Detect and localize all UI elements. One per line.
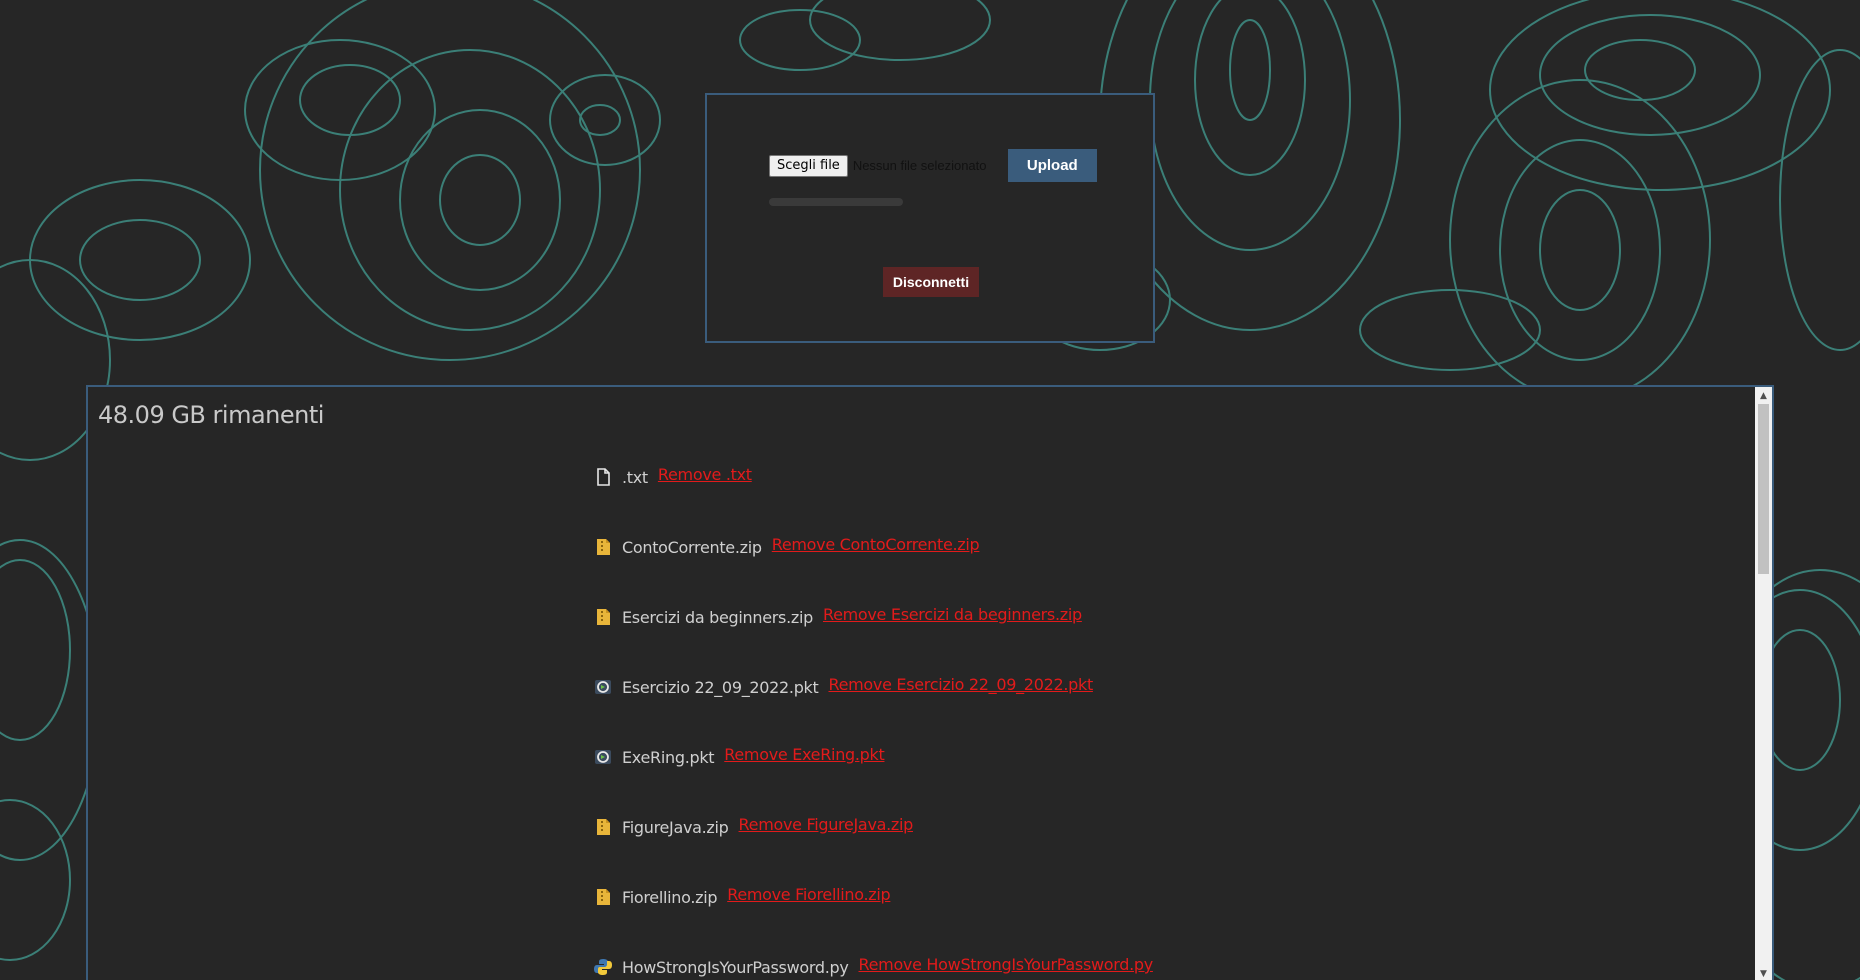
scrollbar-thumb[interactable] <box>1758 404 1769 574</box>
remove-file-link[interactable]: Remove FigureJava.zip <box>739 815 914 835</box>
storage-remaining: 48.09 GB rimanenti <box>98 401 324 429</box>
file-list-item: Esercizi da beginners.zip Remove Esercizi… <box>593 605 1153 677</box>
upload-progress-bar <box>769 198 903 206</box>
remove-file-link[interactable]: Remove ExeRing.pkt <box>724 745 884 765</box>
no-file-selected-text: Nessun file selezionato <box>852 158 987 173</box>
file-picker: Scegli file Nessun file selezionato Uplo… <box>769 149 1097 182</box>
python-file-icon <box>593 957 613 977</box>
disconnect-button[interactable]: Disconnetti <box>883 267 979 297</box>
file-list-item: HowStrongIsYourPassword.py Remove HowStro… <box>593 955 1154 980</box>
remove-file-link[interactable]: Remove HowStrongIsYourPassword.py <box>859 955 1154 975</box>
vertical-scrollbar[interactable]: ▲ ▼ <box>1755 387 1772 980</box>
file-list-item: FigureJava.zip Remove FigureJava.zip <box>593 815 1153 887</box>
file-name: FigureJava.zip <box>622 818 729 837</box>
file-list-item: ExeRing.pkt Remove ExeRing.pkt <box>593 745 1153 817</box>
choose-file-button[interactable]: Scegli file <box>769 154 848 177</box>
remove-file-link[interactable]: Remove ContoCorrente.zip <box>772 535 980 555</box>
file-list-item: Fiorellino.zip Remove Fiorellino.zip <box>593 885 1153 957</box>
file-name: ContoCorrente.zip <box>622 538 762 557</box>
packet-tracer-file-icon <box>593 677 613 697</box>
file-name: HowStrongIsYourPassword.py <box>622 958 849 977</box>
zip-file-icon <box>593 537 613 557</box>
upload-panel: Scegli file Nessun file selezionato Uplo… <box>705 93 1155 343</box>
file-list: .txt Remove .txt ContoCorrente.zip Remove C… <box>593 465 1154 980</box>
remove-file-link[interactable]: Remove Esercizio 22_09_2022.pkt <box>829 675 1094 695</box>
file-name: .txt <box>622 468 648 487</box>
file-name: ExeRing.pkt <box>622 748 715 767</box>
remove-file-link[interactable]: Remove .txt <box>658 465 752 485</box>
file-name: Esercizi da beginners.zip <box>622 608 813 627</box>
packet-tracer-file-icon <box>593 747 613 767</box>
remove-file-link[interactable]: Remove Fiorellino.zip <box>727 885 890 905</box>
text-file-icon <box>593 467 613 487</box>
scroll-up-arrow-icon[interactable]: ▲ <box>1755 387 1772 404</box>
file-list-item: Esercizio 22_09_2022.pkt Remove Esercizio… <box>593 675 1153 747</box>
remove-file-link[interactable]: Remove Esercizi da beginners.zip <box>823 605 1082 625</box>
file-list-item: .txt Remove .txt <box>593 465 1153 537</box>
file-name: Fiorellino.zip <box>622 888 718 907</box>
zip-file-icon <box>593 607 613 627</box>
zip-file-icon <box>593 887 613 907</box>
file-name: Esercizio 22_09_2022.pkt <box>622 678 819 697</box>
file-list-item: ContoCorrente.zip Remove ContoCorrente.zi… <box>593 535 1153 607</box>
zip-file-icon <box>593 817 613 837</box>
upload-button[interactable]: Upload <box>1007 149 1097 182</box>
file-list-panel: 48.09 GB rimanenti .txt Remove .txt ContoC… <box>86 385 1774 980</box>
scroll-down-arrow-icon[interactable]: ▼ <box>1755 965 1772 980</box>
